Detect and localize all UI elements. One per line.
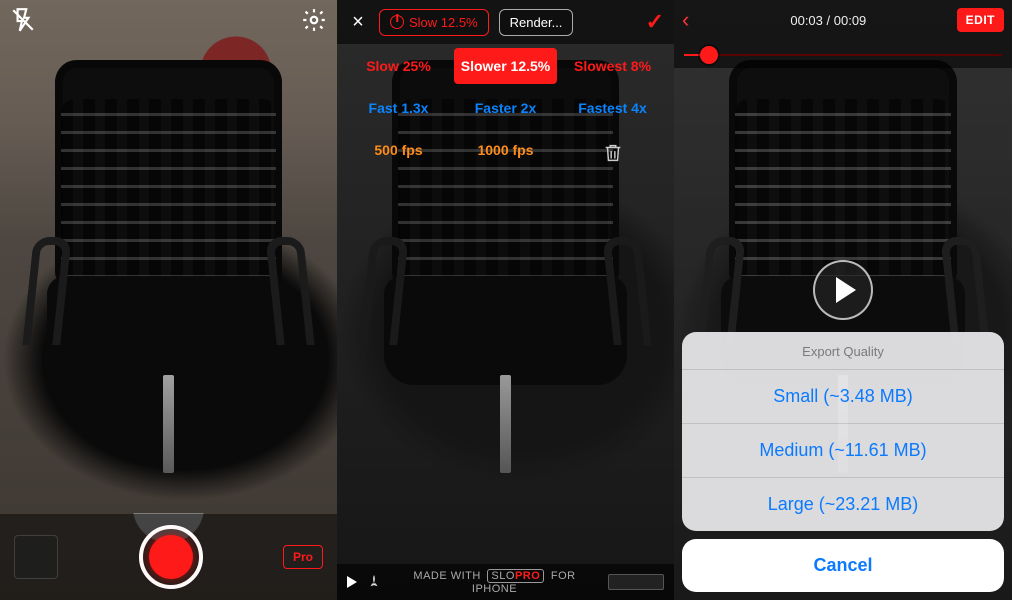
trash-icon [602, 151, 624, 167]
export-option-large[interactable]: Large (~23.21 MB) [682, 477, 1004, 531]
export-option-medium[interactable]: Medium (~11.61 MB) [682, 423, 1004, 477]
editor-top-bar: × Slow 12.5% Render... ✓ [337, 0, 674, 44]
scrubber[interactable] [674, 40, 1012, 68]
scrubber-track [684, 54, 1002, 56]
camera-bottom-bar: Pro [0, 514, 337, 600]
fps-500[interactable]: 500 fps [347, 132, 450, 177]
play-triangle-icon [836, 277, 856, 303]
render-label: Render... [510, 15, 563, 30]
speed-slower-12-5[interactable]: Slower 12.5% [454, 48, 557, 84]
watermark-prefix: MADE WITH [413, 570, 480, 582]
delete-segment-button[interactable] [561, 132, 664, 177]
speed-faster-2x[interactable]: Faster 2x [454, 90, 557, 126]
render-button[interactable]: Render... [499, 9, 574, 36]
current-speed-button[interactable]: Slow 12.5% [379, 9, 489, 36]
big-play-button[interactable] [813, 260, 873, 320]
speed-slow-25[interactable]: Slow 25% [347, 48, 450, 84]
fps-1000[interactable]: 1000 fps [454, 132, 557, 177]
record-button[interactable] [139, 525, 203, 589]
play-icon[interactable] [347, 576, 357, 588]
brand-pro: PRO [515, 570, 540, 582]
timeline-minimap[interactable] [608, 574, 664, 590]
viewfinder-subject [34, 60, 304, 552]
power-icon [390, 15, 404, 29]
speed-editor-panel: × Slow 12.5% Render... ✓ Slow 25% Slower… [337, 0, 674, 600]
editor-bottom-bar: MADE WITH SLOPRO FOR IPHONE [337, 564, 674, 600]
edit-button[interactable]: EDIT [957, 8, 1004, 32]
speed-ramp-icon[interactable] [367, 572, 381, 593]
camera-viewfinder [0, 0, 337, 600]
flash-off-icon[interactable] [10, 7, 36, 38]
export-panel: ‹ 00:03 / 00:09 EDIT Export Quality Smal… [674, 0, 1012, 600]
gallery-thumbnail[interactable] [14, 535, 58, 579]
watermark-text: MADE WITH SLOPRO FOR IPHONE [391, 569, 598, 595]
time-current: 00:03 [790, 13, 823, 28]
confirm-check-icon[interactable]: ✓ [646, 9, 664, 35]
brand-slo: SLO [491, 570, 515, 582]
camera-panel: Pro [0, 0, 337, 600]
export-cancel-button[interactable]: Cancel [682, 539, 1004, 592]
current-speed-label: Slow 12.5% [409, 15, 478, 30]
brand-badge: SLOPRO [487, 569, 544, 583]
pro-badge-button[interactable]: Pro [283, 545, 323, 569]
close-icon[interactable]: × [347, 11, 369, 34]
export-option-small[interactable]: Small (~3.48 MB) [682, 369, 1004, 423]
export-options-group: Export Quality Small (~3.48 MB) Medium (… [682, 332, 1004, 531]
time-total: 00:09 [834, 13, 867, 28]
playback-time: 00:03 / 00:09 [700, 13, 957, 28]
speed-fast-1-3x[interactable]: Fast 1.3x [347, 90, 450, 126]
back-chevron-icon[interactable]: ‹ [682, 7, 700, 33]
settings-gear-icon[interactable] [301, 7, 327, 38]
speed-slowest-8[interactable]: Slowest 8% [561, 48, 664, 84]
speed-option-grid: Slow 25% Slower 12.5% Slowest 8% Fast 1.… [347, 48, 664, 177]
scrubber-knob[interactable] [700, 46, 718, 64]
player-top-bar: ‹ 00:03 / 00:09 EDIT [674, 0, 1012, 40]
speed-fastest-4x[interactable]: Fastest 4x [561, 90, 664, 126]
export-action-sheet: Export Quality Small (~3.48 MB) Medium (… [682, 332, 1004, 592]
export-sheet-title: Export Quality [682, 332, 1004, 369]
camera-top-bar [0, 0, 337, 44]
time-separator: / [823, 13, 834, 28]
